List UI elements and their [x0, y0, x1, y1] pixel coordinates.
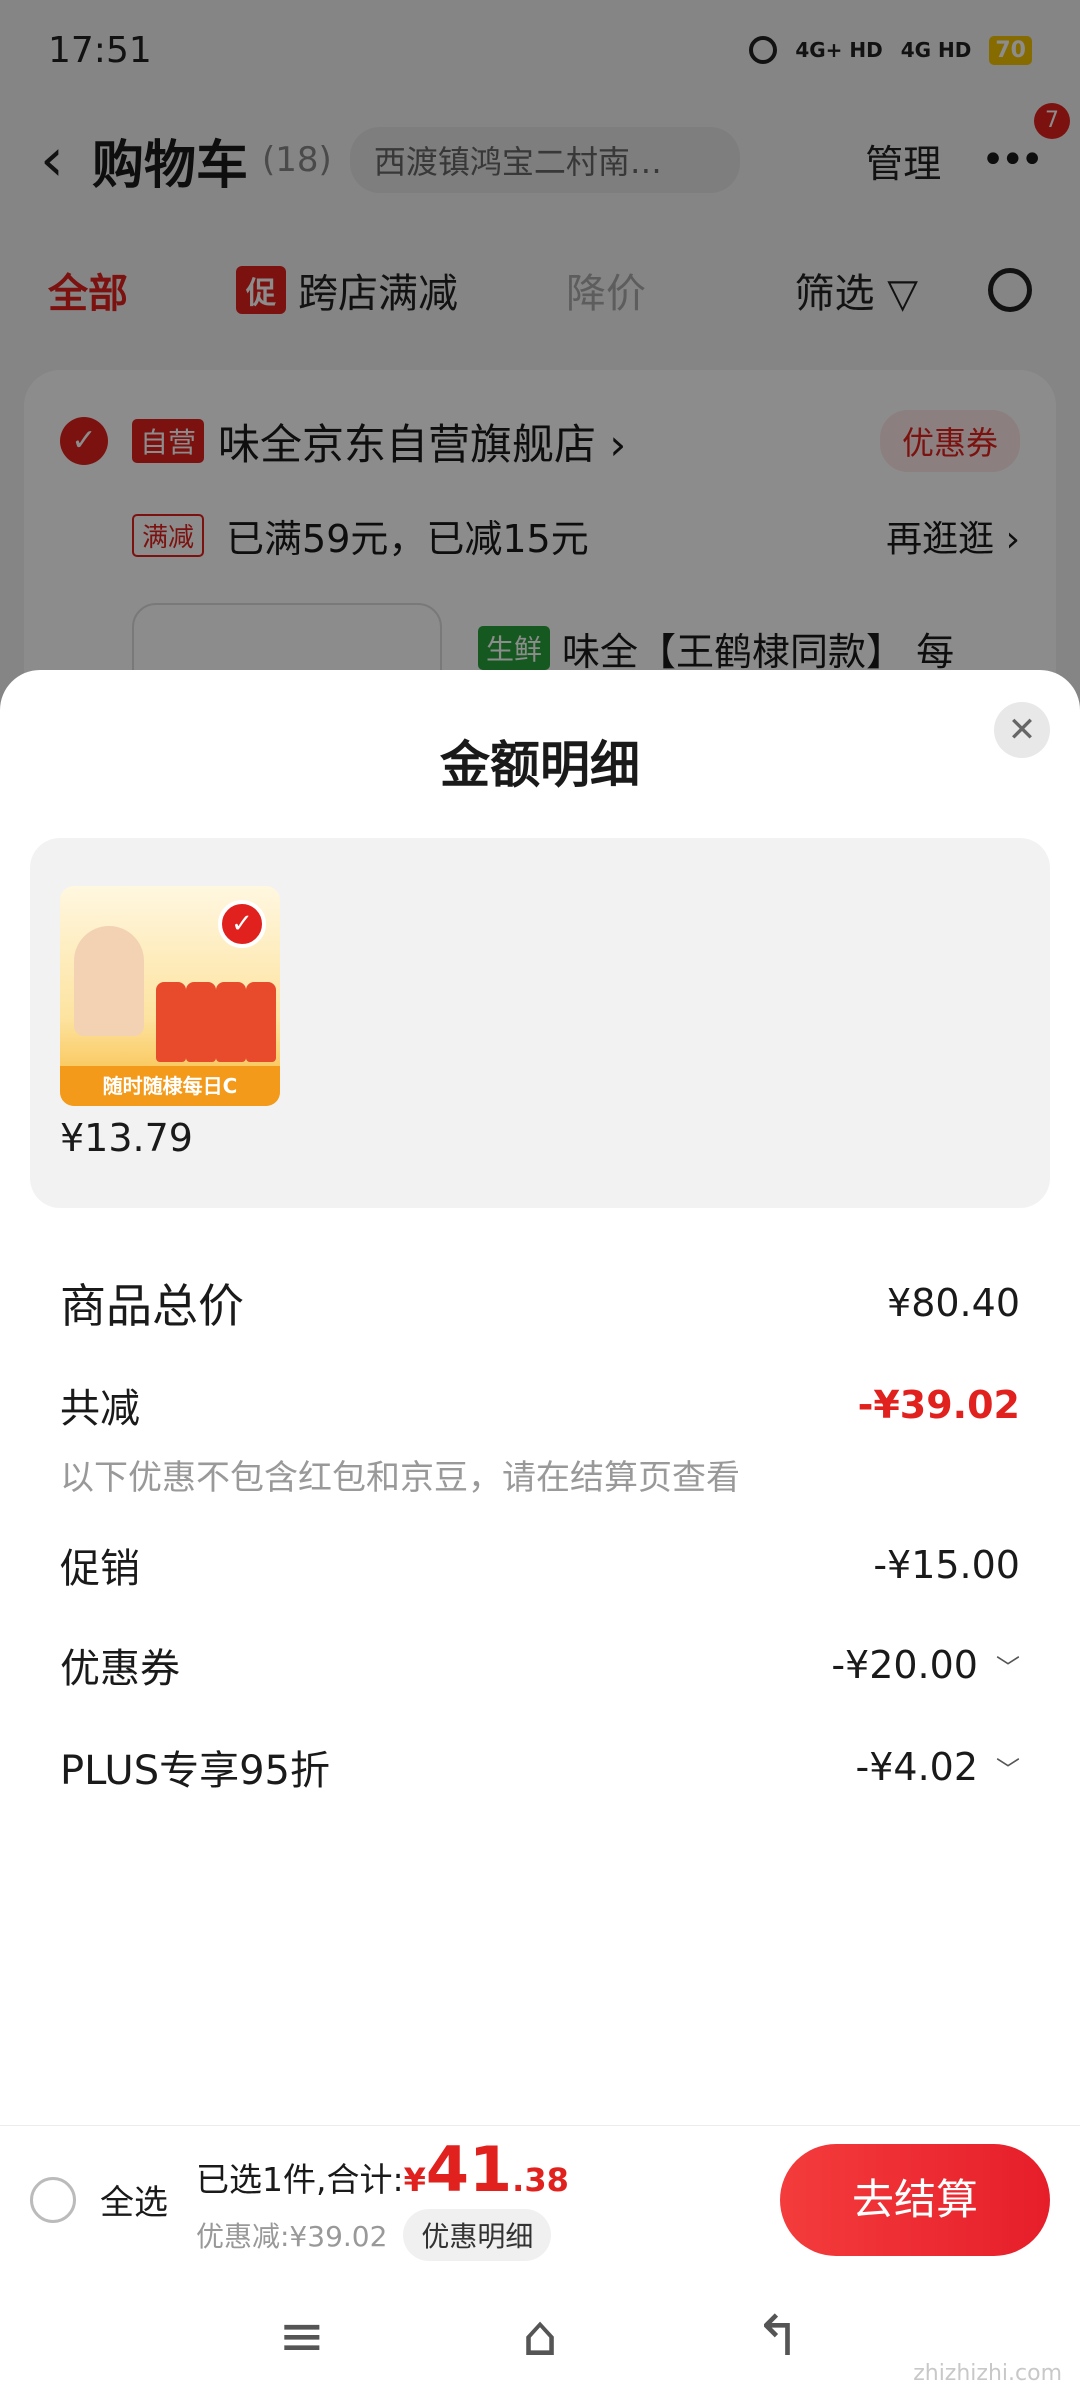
selected-count-text: 已选1件,合计:	[196, 2159, 404, 2199]
discount-detail-button[interactable]: 优惠明细	[403, 2208, 552, 2261]
selected-check-icon[interactable]: ✓	[218, 900, 266, 948]
product-bottle	[156, 982, 186, 1062]
checkout-button[interactable]: 去结算	[780, 2143, 1050, 2256]
discount-text: 优惠减:¥39.02	[196, 2219, 388, 2253]
currency-symbol: ¥	[403, 2160, 426, 2199]
total-price-row: 商品总价 ¥80.40	[60, 1270, 1020, 1336]
close-icon[interactable]: ✕	[994, 702, 1050, 758]
product-price: ¥13.79	[60, 1116, 193, 1160]
total-line: 已选1件,合计: ¥ 41 .38	[196, 2132, 780, 2206]
total-reduction-row: 共减 -¥39.02	[60, 1376, 1020, 1434]
system-nav-bar: ≡ ⌂ ↰ zhizhizhi.com	[0, 2273, 1080, 2400]
product-bottle	[186, 982, 216, 1062]
select-all-label[interactable]: 全选	[100, 2175, 168, 2224]
product-model-figure	[74, 926, 144, 1036]
total-price-label: 商品总价	[60, 1279, 244, 1333]
chevron-down-icon[interactable]: ﹀	[990, 1648, 1020, 1683]
plus-discount-label: PLUS专享95折	[60, 1748, 330, 1794]
product-image[interactable]: 随时随棣每日C ✓	[60, 886, 280, 1106]
promotion-value: -¥15.00	[873, 1543, 1020, 1587]
chevron-down-icon[interactable]: ﹀	[990, 1750, 1020, 1785]
total-decimal: .38	[512, 2160, 569, 2199]
product-banner-text: 随时随棣每日C	[60, 1066, 280, 1106]
watermark: zhizhizhi.com	[913, 2361, 1062, 2386]
product-bottle	[216, 982, 246, 1062]
discount-line: 优惠减:¥39.02 优惠明细	[196, 2208, 780, 2261]
coupon-value: -¥20.00	[831, 1643, 978, 1687]
home-icon[interactable]: ⌂	[522, 2304, 558, 2369]
checkout-bar: 全选 已选1件,合计: ¥ 41 .38 优惠减:¥39.02 优惠明细 去结算	[0, 2125, 1080, 2273]
sum-block: 已选1件,合计: ¥ 41 .38 优惠减:¥39.02 优惠明细	[196, 2132, 780, 2261]
product-bottle	[246, 982, 276, 1062]
menu-icon[interactable]: ≡	[278, 2304, 325, 2369]
total-reduction-label: 共减	[60, 1386, 140, 1432]
coupon-label: 优惠券	[60, 1646, 180, 1692]
back-icon[interactable]: ↰	[755, 2304, 802, 2369]
plus-discount-value: -¥4.02	[855, 1745, 979, 1789]
promotion-row: 促销 -¥15.00	[60, 1536, 1020, 1594]
coupon-row[interactable]: 优惠券 -¥20.00 ﹀	[60, 1636, 1020, 1694]
selected-goods-box: 随时随棣每日C ✓ ¥13.79	[30, 838, 1050, 1208]
sheet-title: 金额明细	[440, 736, 640, 794]
total-price-value: ¥80.40	[887, 1281, 1020, 1325]
plus-discount-row[interactable]: PLUS专享95折 -¥4.02 ﹀	[60, 1738, 1020, 1796]
discount-note: 以下优惠不包含红包和京豆，请在结算页查看	[60, 1458, 740, 1498]
total-reduction-value: -¥39.02	[857, 1383, 1020, 1427]
promotion-label: 促销	[60, 1546, 140, 1592]
total-integer: 41	[425, 2132, 513, 2206]
select-all-checkbox[interactable]	[30, 2176, 76, 2223]
